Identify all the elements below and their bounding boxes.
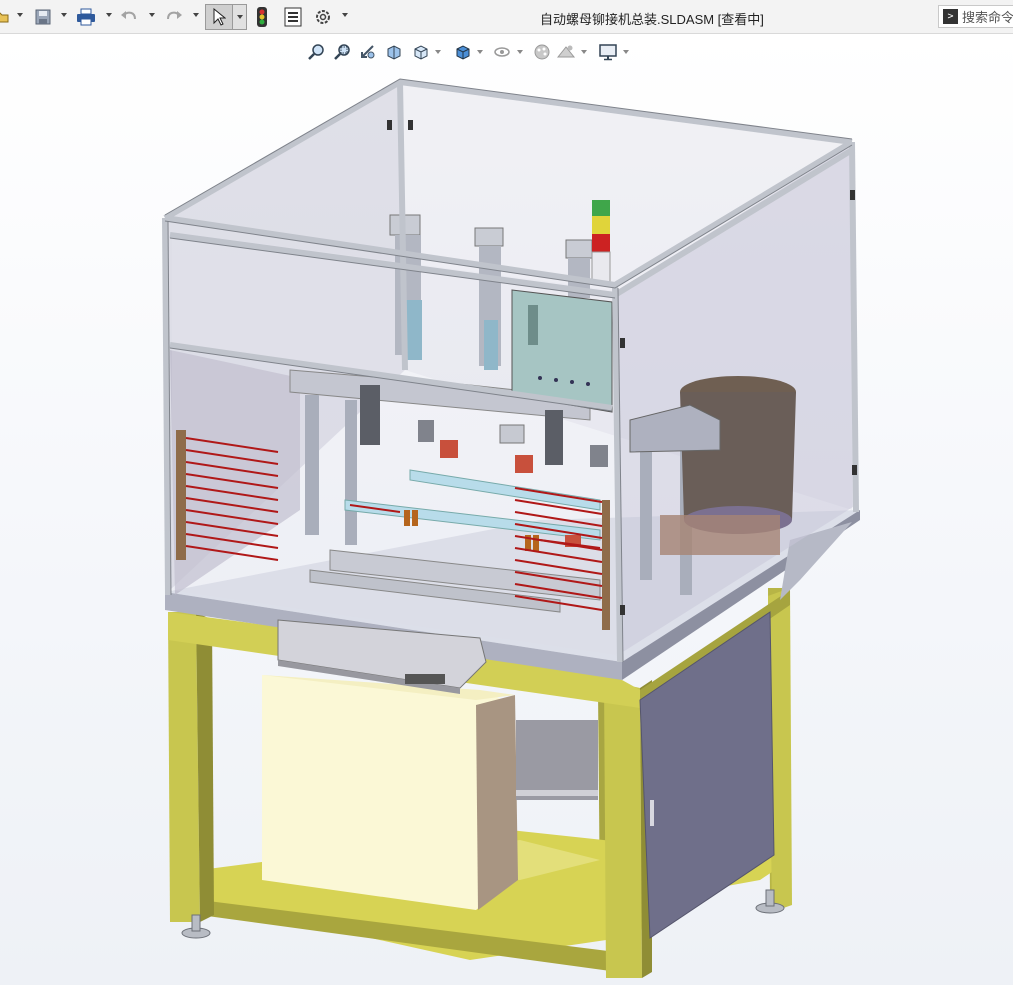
enclosure [165,85,856,655]
graphics-area[interactable] [0,35,1013,985]
file-properties-icon[interactable] [282,6,304,28]
quick-access-toolbar: 自动螺母铆接机总装.SLDASM [查看中] > 搜索命令 [0,0,1013,34]
command-prompt-icon: > [943,9,958,24]
control-box [262,675,518,910]
open-icon[interactable] [0,6,10,28]
select-icon[interactable] [205,4,233,30]
save-dropdown-icon[interactable] [61,13,67,17]
search-input[interactable]: 搜索命令 [962,7,1013,26]
select-dropdown-icon[interactable] [233,4,247,30]
electrical-cabinet [639,611,775,939]
open-dropdown-icon[interactable] [17,13,23,17]
undo-icon[interactable] [118,6,140,28]
options-dropdown-icon[interactable] [342,13,348,17]
options-icon[interactable] [312,6,334,28]
redo-dropdown-icon[interactable] [193,13,199,17]
search-commands-box[interactable]: > 搜索命令 [938,5,1013,28]
save-icon[interactable] [32,6,54,28]
rebuild-icon[interactable] [252,6,272,28]
print-icon[interactable] [74,6,98,28]
undo-dropdown-icon[interactable] [149,13,155,17]
print-dropdown-icon[interactable] [106,13,112,17]
redo-icon[interactable] [163,6,185,28]
window-title: 自动螺母铆接机总装.SLDASM [查看中] [540,12,764,27]
assembly-model[interactable] [0,35,1013,985]
signal-tower [591,200,611,283]
